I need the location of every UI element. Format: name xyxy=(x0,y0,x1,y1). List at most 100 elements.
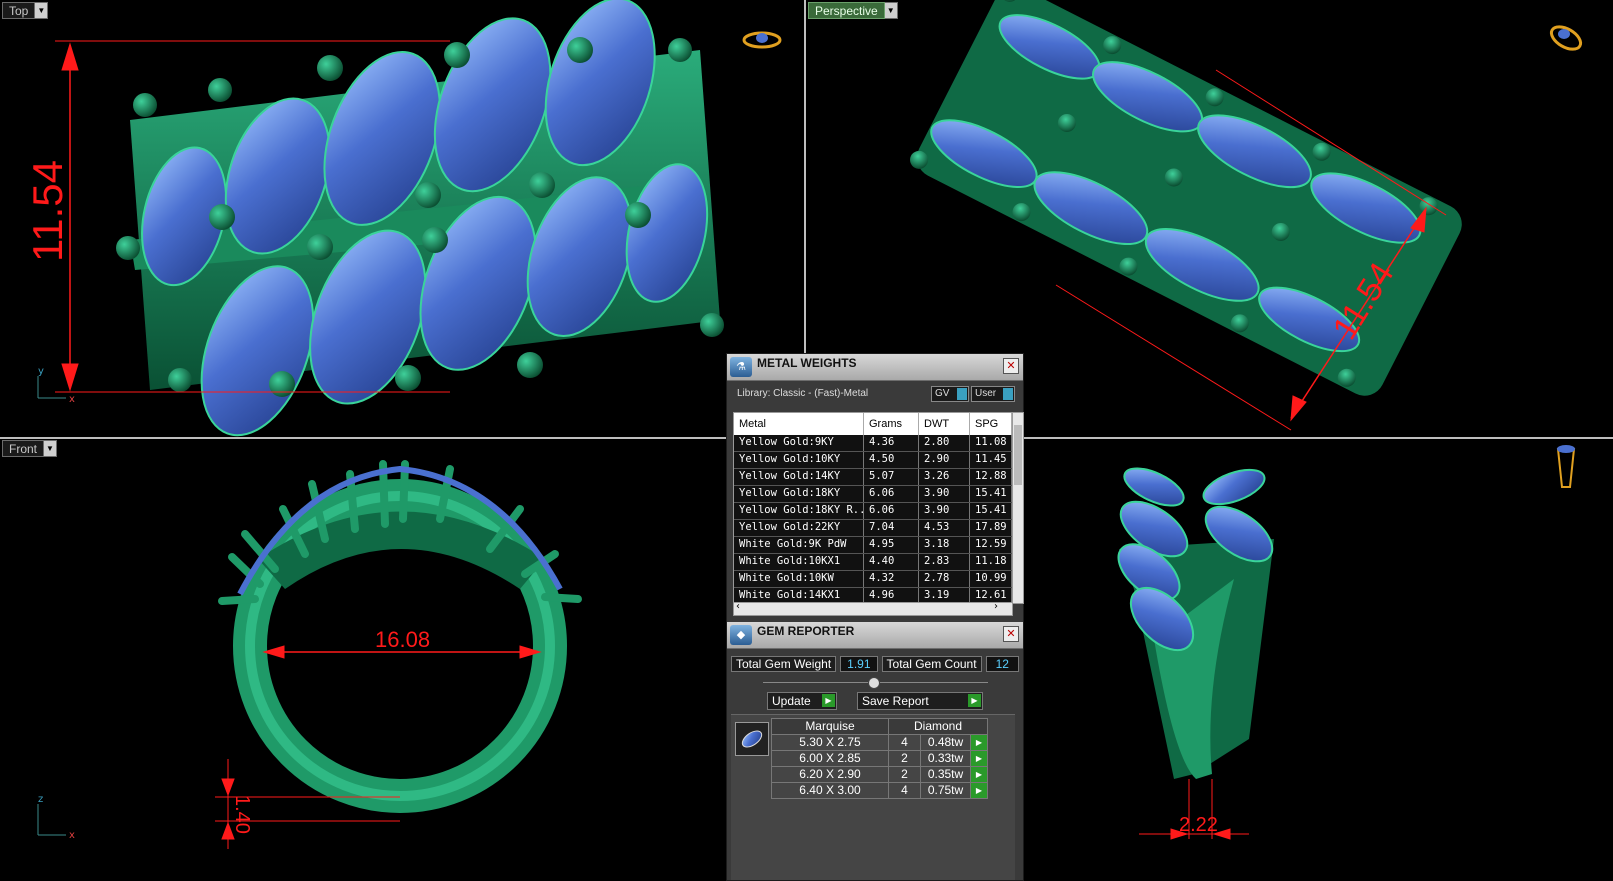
viewport-perspective-label[interactable]: Perspective ▼ xyxy=(808,2,898,19)
front-inner-diameter-label: 16.08 xyxy=(375,627,430,652)
total-gem-count-value: 12 xyxy=(985,656,1019,672)
perspective-ring-icon[interactable] xyxy=(1548,22,1585,54)
metal-library-label: Library: Classic - (Fast)-Metal xyxy=(737,388,869,399)
close-icon[interactable]: ✕ xyxy=(1003,358,1019,374)
gem-count: 4 xyxy=(889,735,921,750)
table-row[interactable]: Yellow Gold:10KY 4.50 2.90 11.45 xyxy=(734,452,1012,469)
cell-grams: 4.95 xyxy=(864,537,919,553)
gem-select-icon[interactable]: ▶ xyxy=(971,767,988,782)
table-row[interactable]: White Gold:10KW 4.32 2.78 10.99 xyxy=(734,571,1012,588)
cell-grams: 6.06 xyxy=(864,503,919,519)
gem-size: 6.40 X 3.00 xyxy=(771,783,889,798)
gem-row[interactable]: 6.40 X 3.00 4 0.75tw ▶ xyxy=(771,783,988,799)
cell-metal: White Gold:9K PdW xyxy=(734,537,864,553)
cell-spg: 11.08 xyxy=(970,435,1012,451)
table-row[interactable]: Yellow Gold:18KY 6.06 3.90 15.41 xyxy=(734,486,1012,503)
gem-weight: 0.75tw xyxy=(921,783,971,798)
gem-row[interactable]: 6.20 X 2.90 2 0.35tw ▶ xyxy=(771,767,988,783)
gem-material-header: Diamond xyxy=(889,719,988,734)
gem-weight: 0.35tw xyxy=(921,767,971,782)
gem-reporter-header: ◆ GEM REPORTER ✕ xyxy=(727,622,1023,649)
gem-shape-header: Marquise xyxy=(771,719,889,734)
gem-row[interactable]: 6.00 X 2.85 2 0.33tw ▶ xyxy=(771,751,988,767)
gem-count: 2 xyxy=(889,767,921,782)
gv-toggle[interactable]: GV xyxy=(931,386,969,402)
cell-grams: 5.07 xyxy=(864,469,919,485)
gem-count: 2 xyxy=(889,751,921,766)
gem-rows: 5.30 X 2.75 4 0.48tw ▶ 6.00 X 2.85 2 0.33tw ▶ 6.… xyxy=(771,735,988,799)
viewport-front[interactable]: 16.08 1.40 z x Front ▼ xyxy=(0,439,724,879)
cell-metal: Yellow Gold:22KY xyxy=(734,520,864,536)
cell-dwt: 2.80 xyxy=(919,435,970,451)
viewport-top[interactable]: 11.54 y x Top ▼ xyxy=(0,0,804,437)
gem-reporter-title: GEM REPORTER xyxy=(757,624,855,638)
cell-grams: 4.36 xyxy=(864,435,919,451)
viewport-front-label[interactable]: Front ▼ xyxy=(2,440,58,457)
horizontal-scrollbar[interactable]: ‹ › xyxy=(733,601,1013,616)
cell-dwt: 2.90 xyxy=(919,452,970,468)
metal-weights-table[interactable]: Metal Grams DWT SPG Yellow Gold:9KY 4.36 2… xyxy=(733,412,1013,604)
table-row[interactable]: Yellow Gold:18KY R... 6.06 3.90 15.41 xyxy=(734,503,1012,520)
metal-weights-icon: ⚗ xyxy=(730,357,752,377)
total-gem-weight-label: Total Gem Weight xyxy=(731,656,837,672)
gem-select-icon[interactable]: ▶ xyxy=(971,783,988,798)
viewport-menu-icon[interactable]: ▼ xyxy=(44,440,58,457)
cell-metal: Yellow Gold:10KY xyxy=(734,452,864,468)
gem-row[interactable]: 5.30 X 2.75 4 0.48tw ▶ xyxy=(771,735,988,751)
viewport-right[interactable]: 2.22 xyxy=(1024,439,1613,879)
table-row[interactable]: White Gold:10KX1 4.40 2.83 11.18 xyxy=(734,554,1012,571)
gem-reporter-icon: ◆ xyxy=(730,625,752,645)
cell-grams: 6.06 xyxy=(864,486,919,502)
gem-weight: 0.33tw xyxy=(921,751,971,766)
cell-grams: 7.04 xyxy=(864,520,919,536)
gem-count: 4 xyxy=(889,783,921,798)
update-button[interactable]: Update ▶ xyxy=(767,692,837,710)
front-view-render: 16.08 1.40 z x xyxy=(37,460,582,849)
top-axis-y: y xyxy=(38,366,44,377)
cell-dwt: 2.83 xyxy=(919,554,970,570)
save-report-button[interactable]: Save Report ▶ xyxy=(857,692,983,710)
play-icon: ▶ xyxy=(968,694,981,707)
close-icon[interactable]: ✕ xyxy=(1003,626,1019,642)
cell-dwt: 3.90 xyxy=(919,503,970,519)
ring-view-icon[interactable] xyxy=(742,31,782,49)
top-axis-x: x xyxy=(69,394,75,405)
cell-grams: 4.50 xyxy=(864,452,919,468)
table-row[interactable]: Yellow Gold:22KY 7.04 4.53 17.89 xyxy=(734,520,1012,537)
viewport-top-label[interactable]: Top ▼ xyxy=(2,2,49,19)
user-toggle[interactable]: User xyxy=(971,386,1015,402)
cell-spg: 17.89 xyxy=(970,520,1012,536)
table-row[interactable]: White Gold:9K PdW 4.95 3.18 12.59 xyxy=(734,537,1012,554)
cell-spg: 11.18 xyxy=(970,554,1012,570)
right-view-render: 2.22 xyxy=(1117,445,1576,840)
play-icon: ▶ xyxy=(822,694,835,707)
gem-size: 5.30 X 2.75 xyxy=(771,735,889,750)
gem-select-icon[interactable]: ▶ xyxy=(971,735,988,750)
viewport-menu-icon[interactable]: ▼ xyxy=(884,2,898,19)
cell-dwt: 4.53 xyxy=(919,520,970,536)
gem-size: 6.20 X 2.90 xyxy=(771,767,889,782)
metal-weights-rows: Yellow Gold:9KY 4.36 2.80 11.08 Yellow Gold:… xyxy=(734,435,1012,603)
front-axis-x: x xyxy=(69,830,75,841)
front-thickness-label: 1.40 xyxy=(231,795,253,834)
cell-metal: Yellow Gold:18KY xyxy=(734,486,864,502)
table-row[interactable]: Yellow Gold:14KY 5.07 3.26 12.88 xyxy=(734,469,1012,486)
gem-weight: 0.48tw xyxy=(921,735,971,750)
cell-metal: Yellow Gold:14KY xyxy=(734,469,864,485)
side-view-icon[interactable] xyxy=(1556,445,1576,488)
vertical-scrollbar[interactable] xyxy=(1012,412,1024,604)
cell-metal: White Gold:10KX1 xyxy=(734,554,864,570)
cell-dwt: 3.26 xyxy=(919,469,970,485)
gem-select-icon[interactable]: ▶ xyxy=(971,751,988,766)
marquise-gem-icon xyxy=(735,722,769,756)
table-header: Metal Grams DWT SPG xyxy=(734,413,1012,435)
table-row[interactable]: Yellow Gold:9KY 4.36 2.80 11.08 xyxy=(734,435,1012,452)
metal-weights-header: ⚗ METAL WEIGHTS ✕ xyxy=(727,354,1023,381)
cell-metal: Yellow Gold:9KY xyxy=(734,435,864,451)
slider-handle[interactable] xyxy=(868,677,880,689)
metal-weights-title: METAL WEIGHTS xyxy=(757,356,857,370)
viewport-menu-icon[interactable]: ▼ xyxy=(35,2,49,19)
cell-spg: 15.41 xyxy=(970,486,1012,502)
cell-dwt: 3.18 xyxy=(919,537,970,553)
cell-grams: 4.32 xyxy=(864,571,919,587)
